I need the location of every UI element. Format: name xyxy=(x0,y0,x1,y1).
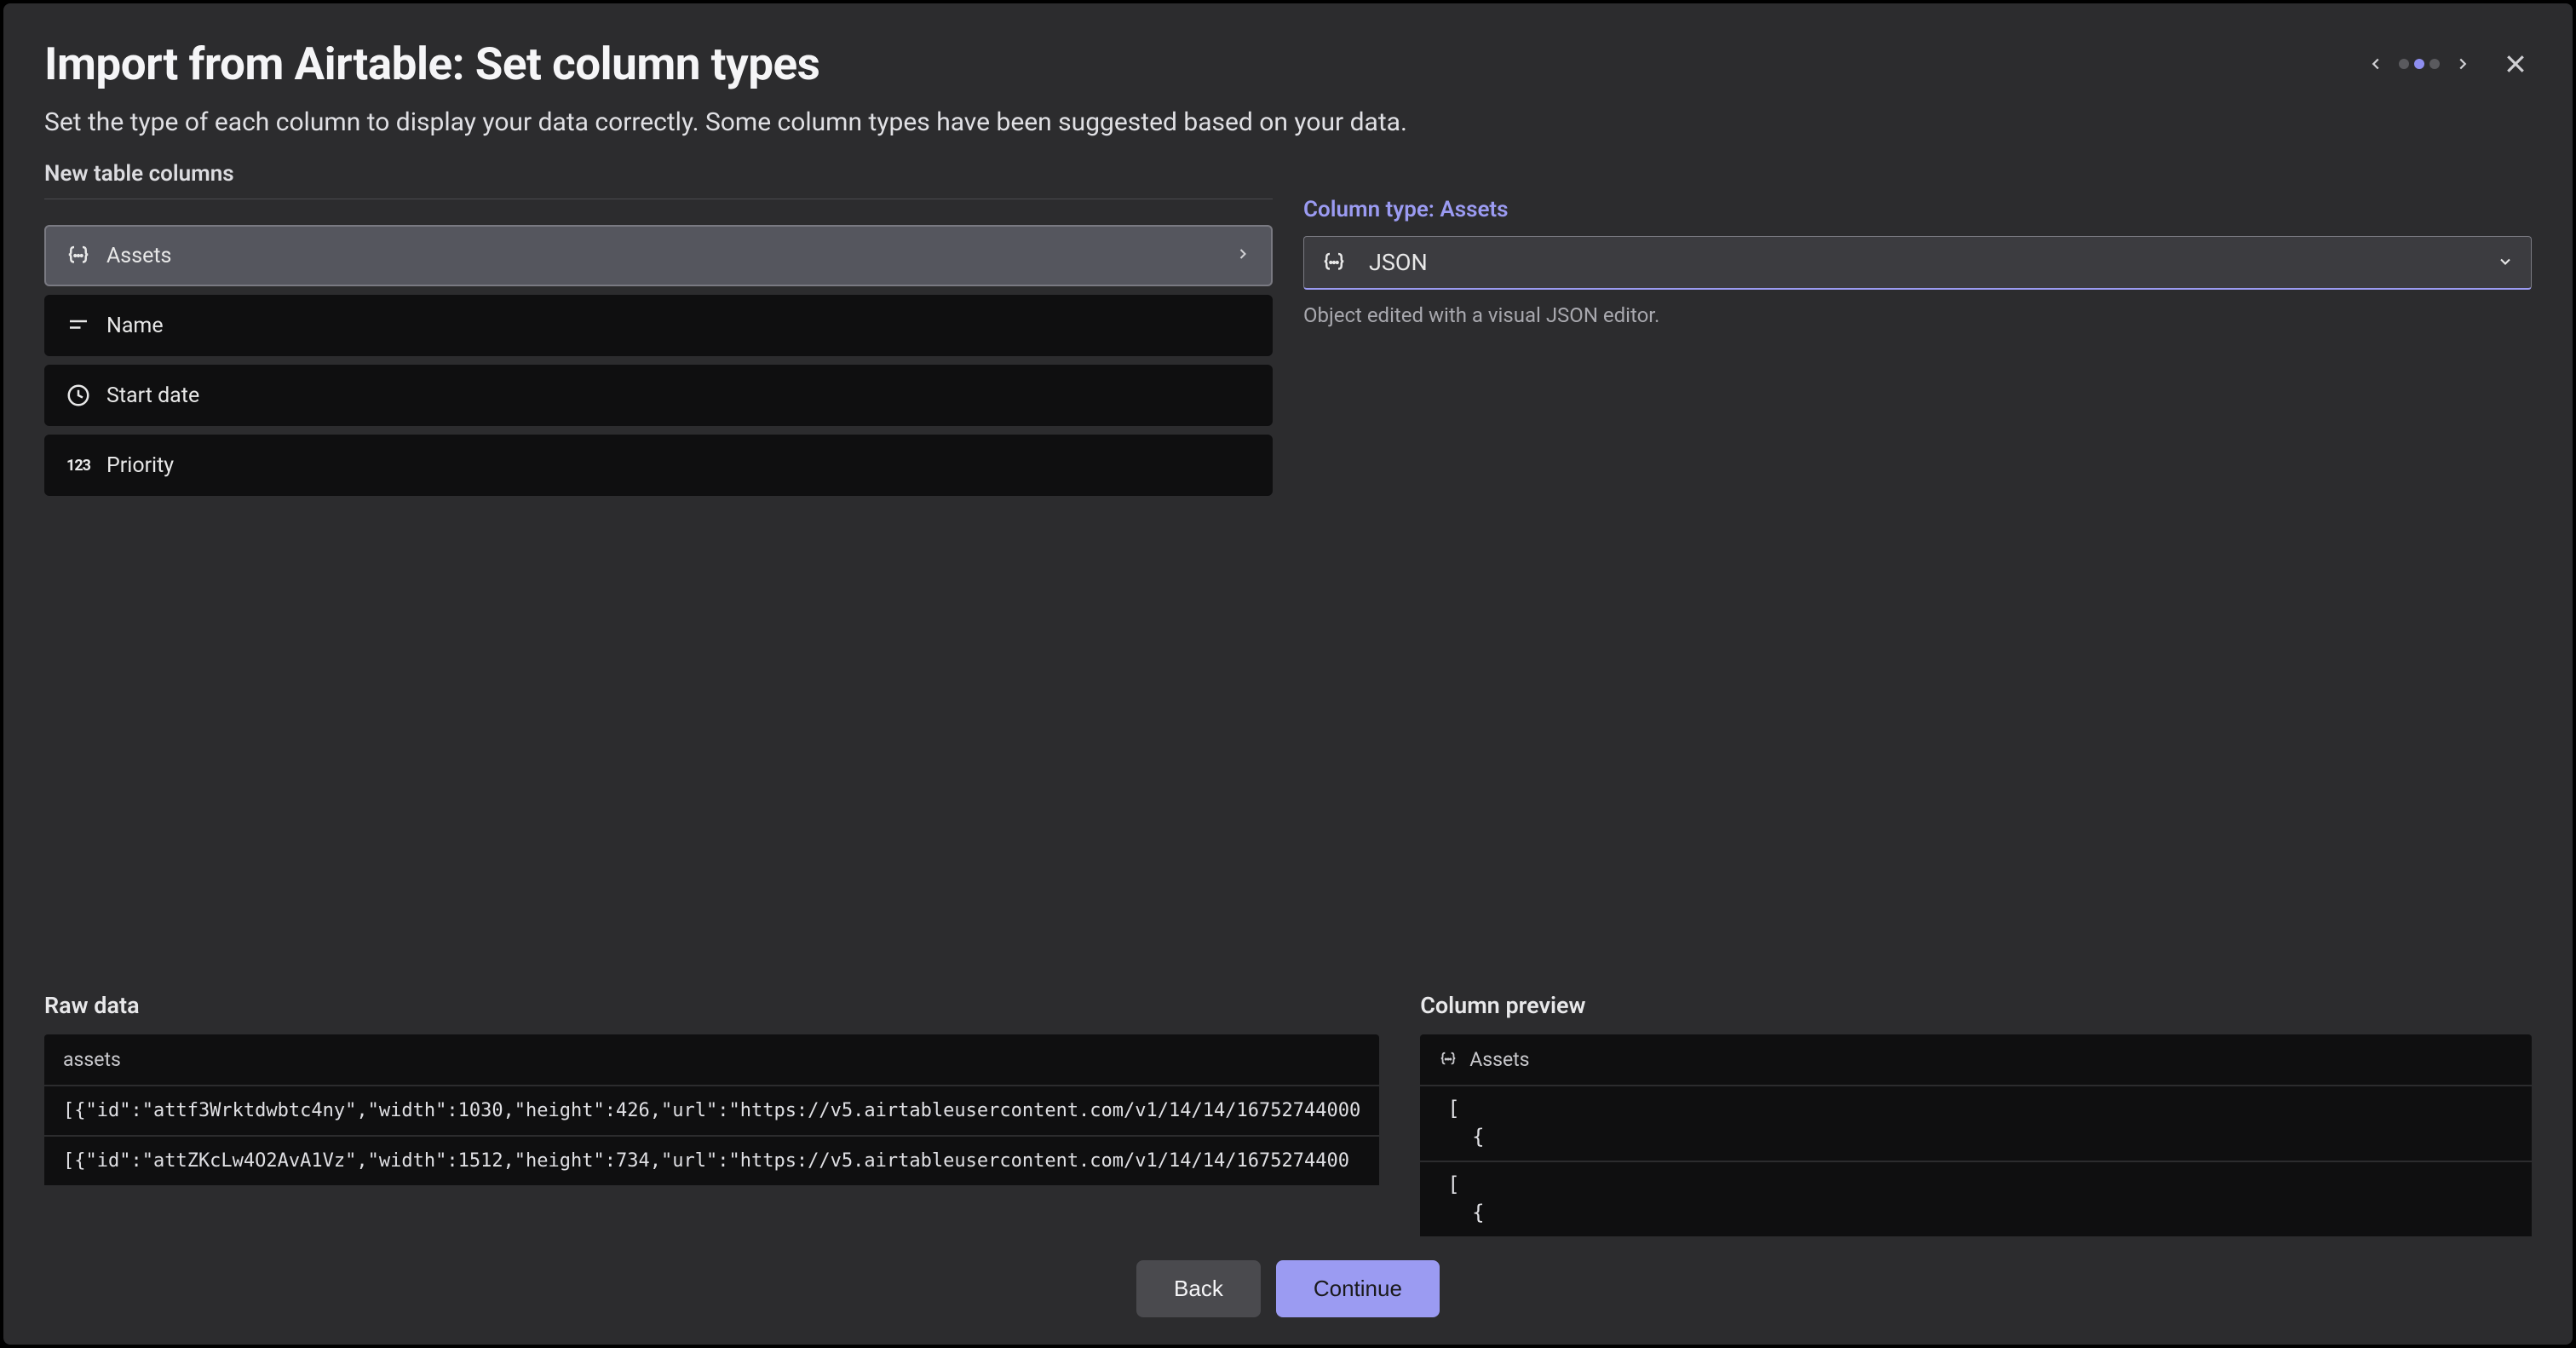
import-modal: Import from Airtable: Set column types xyxy=(3,3,2573,1345)
step-dot-3 xyxy=(2429,59,2440,69)
type-description: Object edited with a visual JSON editor. xyxy=(1303,303,2532,327)
column-type-select[interactable]: JSON xyxy=(1303,236,2532,290)
number-icon: 123 xyxy=(66,452,91,478)
clock-icon xyxy=(66,383,91,408)
step-dot-2 xyxy=(2414,59,2424,69)
columns-panel: New table columns Assets Name xyxy=(44,161,1273,992)
type-panel: Column type: Assets JSON Object edited w… xyxy=(1303,161,2532,992)
raw-data-heading: Raw data xyxy=(44,992,1379,1019)
column-item-priority[interactable]: 123 Priority xyxy=(44,435,1273,496)
modal-subtitle: Set the type of each column to display y… xyxy=(3,107,2573,161)
chevron-right-icon xyxy=(1234,244,1251,268)
type-select-label: JSON xyxy=(1369,249,1428,276)
preview-table: Assets [ { [ { xyxy=(1420,1034,2532,1236)
preview-heading: Column preview xyxy=(1420,992,2532,1019)
preview-row: [ { xyxy=(1420,1162,2532,1236)
column-item-label: Start date xyxy=(106,383,199,408)
preview-panel: Column preview Assets [ { [ { xyxy=(1420,992,2532,1236)
step-indicator xyxy=(2363,51,2475,77)
preview-row: [ { xyxy=(1420,1086,2532,1161)
raw-data-row: [{"id":"attZKcLw4O2AvA1Vz","width":1512,… xyxy=(44,1137,1379,1185)
preview-header: Assets xyxy=(1420,1034,2532,1085)
chevron-down-icon xyxy=(2497,249,2514,276)
back-button[interactable]: Back xyxy=(1136,1260,1261,1317)
step-dot-1 xyxy=(2399,59,2409,69)
raw-data-table: assets [{"id":"attf3Wrktdwbtc4ny","width… xyxy=(44,1034,1379,1185)
column-item-name[interactable]: Name xyxy=(44,295,1273,356)
column-item-label: Name xyxy=(106,314,164,338)
columns-section-label: New table columns xyxy=(44,161,1273,187)
continue-button[interactable]: Continue xyxy=(1276,1260,1440,1317)
modal-header: Import from Airtable: Set column types xyxy=(3,3,2573,107)
close-icon xyxy=(2503,51,2528,77)
raw-data-row: [{"id":"attf3Wrktdwbtc4ny","width":1030,… xyxy=(44,1086,1379,1135)
chevron-right-icon xyxy=(2453,55,2472,73)
header-controls xyxy=(2363,37,2532,80)
prev-step-button[interactable] xyxy=(2363,51,2389,77)
step-dots xyxy=(2399,59,2440,69)
column-list: Assets Name Start date xyxy=(44,225,1273,496)
column-item-label: Assets xyxy=(106,244,171,268)
text-icon xyxy=(66,313,91,338)
next-step-button[interactable] xyxy=(2450,51,2475,77)
json-icon xyxy=(1439,1050,1458,1069)
column-item-label: Priority xyxy=(106,453,174,478)
column-item-start-date[interactable]: Start date xyxy=(44,365,1273,426)
preview-header-label: Assets xyxy=(1469,1048,1529,1071)
json-icon xyxy=(66,243,91,268)
close-button[interactable] xyxy=(2499,48,2532,80)
modal-body: New table columns Assets Name xyxy=(3,161,2573,992)
lower-panels: Raw data assets [{"id":"attf3Wrktdwbtc4n… xyxy=(3,992,2573,1236)
raw-data-panel: Raw data assets [{"id":"attf3Wrktdwbtc4n… xyxy=(44,992,1379,1236)
json-icon xyxy=(1321,250,1347,275)
modal-title: Import from Airtable: Set column types xyxy=(44,37,819,90)
modal-footer: Back Continue xyxy=(3,1236,2573,1345)
raw-data-header: assets xyxy=(44,1034,1379,1085)
column-item-assets[interactable]: Assets xyxy=(44,225,1273,286)
chevron-left-icon xyxy=(2366,55,2385,73)
type-heading: Column type: Assets xyxy=(1303,197,2532,222)
